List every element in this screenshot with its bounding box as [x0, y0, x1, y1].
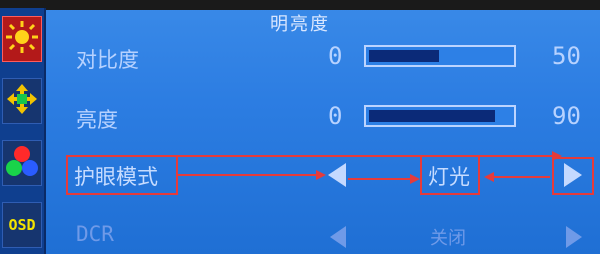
- four-arrow-move-icon: [5, 82, 39, 120]
- eye-mode-value: 灯光: [428, 165, 470, 189]
- brightness-value: 90: [552, 102, 581, 130]
- brightness-slider-fill: [369, 110, 495, 122]
- annotation-line-3: [492, 176, 550, 178]
- sidebar-item-position[interactable]: [2, 78, 42, 124]
- contrast-slider-fill: [369, 50, 439, 62]
- annotation-arrowhead-3: [484, 172, 494, 182]
- brightness-slider[interactable]: [364, 105, 516, 127]
- contrast-value: 50: [552, 42, 581, 70]
- monitor-bezel: [0, 0, 600, 10]
- sidebar-item-color[interactable]: [2, 140, 42, 186]
- osd-sidebar: OSD: [0, 8, 46, 254]
- annotation-arrowhead-1: [316, 170, 326, 180]
- dcr-left-arrow[interactable]: [330, 226, 346, 248]
- contrast-min: 0: [328, 42, 343, 70]
- eye-mode-label: 护眼模式: [74, 165, 158, 189]
- annotation-top-line: [178, 155, 554, 157]
- eye-mode-left-arrow[interactable]: [328, 163, 346, 187]
- annotation-line-2: [348, 178, 412, 180]
- annotation-line-1: [178, 174, 318, 176]
- sun-icon: [5, 20, 39, 58]
- brightness-label: 亮度: [76, 108, 118, 132]
- contrast-slider[interactable]: [364, 45, 516, 67]
- page-title: 明亮度: [270, 14, 330, 35]
- rgb-circles-icon: [4, 143, 40, 183]
- brightness-min: 0: [328, 102, 343, 130]
- sidebar-item-brightness[interactable]: [2, 16, 42, 62]
- sidebar-item-osd[interactable]: OSD: [2, 202, 42, 248]
- dcr-right-arrow[interactable]: [566, 226, 582, 248]
- osd-text-icon: OSD: [8, 216, 36, 234]
- annotation-top-arrowhead: [552, 151, 562, 161]
- eye-mode-right-arrow[interactable]: [564, 163, 582, 187]
- contrast-label: 对比度: [76, 48, 139, 72]
- annotation-arrowhead-2: [410, 174, 420, 184]
- dcr-value: 关闭: [430, 228, 466, 249]
- dcr-label: DCR: [76, 222, 114, 246]
